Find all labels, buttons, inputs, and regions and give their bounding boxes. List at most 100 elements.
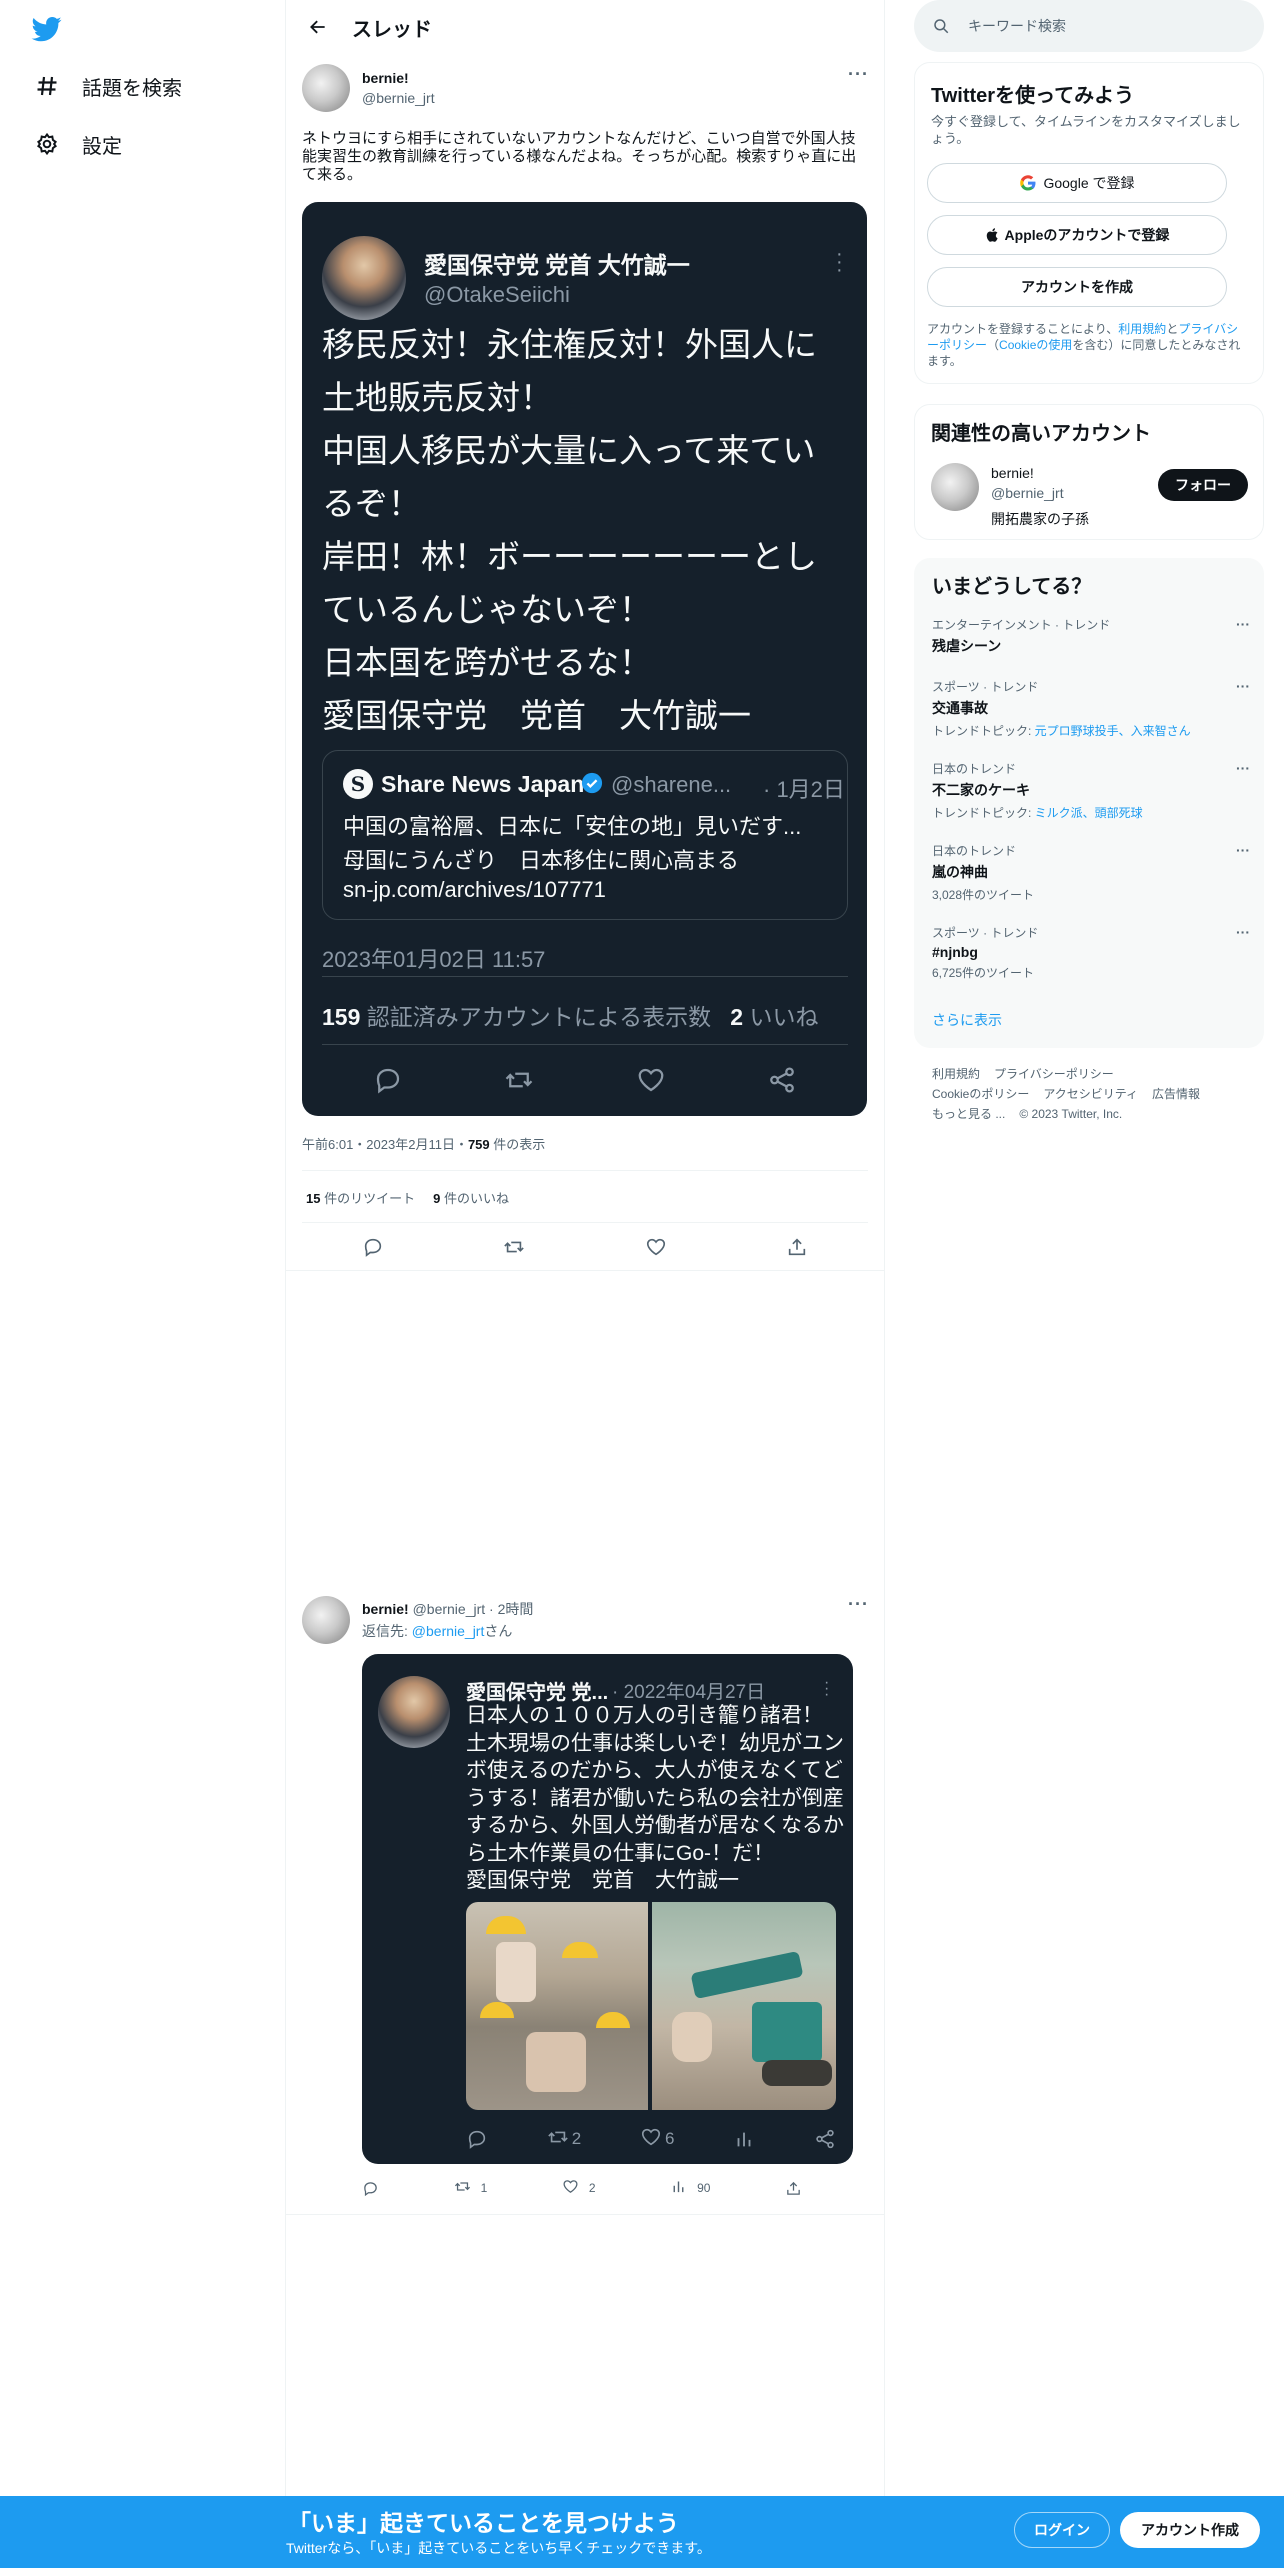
trend-topics-label: トレンドトピック: [932, 806, 1035, 820]
footer-more-link[interactable]: もっと見る ... [932, 1107, 1005, 1121]
trend-topic-links[interactable]: 元プロ野球投手、入来智さん [1035, 724, 1191, 738]
text-line: 移民反対！永住権反対！外国人に [322, 326, 817, 363]
legal-and: と [1166, 322, 1179, 336]
more-icon[interactable]: ··· [1236, 760, 1250, 776]
text-line: 土地販売反対！ [322, 379, 553, 416]
quote-author-handle[interactable]: @sharene... [611, 772, 731, 798]
verified-badge-icon [581, 772, 603, 794]
reply-more-icon[interactable]: ··· [848, 1594, 869, 1615]
login-button[interactable]: ログイン [1014, 2512, 1110, 2548]
retweet-label[interactable]: 件のリツイート [320, 1191, 415, 1206]
trend-topics-label: トレンドトピック: [932, 724, 1035, 738]
embedded-timestamp[interactable]: 2023年01月02日 11:57 [322, 942, 545, 974]
trend-item[interactable]: スポーツ · トレンド 交通事故 トレンドトピック: 元プロ野球投手、入来智さん… [932, 678, 1250, 739]
embedded-more-icon[interactable]: · · · [824, 1675, 829, 1703]
reply-icon[interactable] [466, 2128, 488, 2150]
footer-link[interactable]: 利用規約 [932, 1067, 980, 1081]
embedded-more-icon[interactable]: · · · [836, 244, 843, 280]
more-icon[interactable]: ··· [1236, 842, 1250, 858]
embedded-author-handle[interactable]: @OtakeSeiichi [424, 282, 570, 308]
embedded-author-name[interactable]: 愛国保守党 党首 大竹誠一 [424, 246, 690, 280]
avatar[interactable] [302, 64, 350, 112]
views-button[interactable]: 90 [670, 2178, 710, 2198]
trend-category: スポーツ · トレンド [932, 926, 1039, 940]
footer-link[interactable]: Cookieのポリシー [932, 1087, 1029, 1101]
related-accounts-panel: 関連性の高いアカウント bernie! @bernie_jrt 開拓農家の子孫 … [914, 404, 1264, 540]
google-signup-button[interactable]: Google で登録 [927, 163, 1227, 203]
embedded-tweet-card-2[interactable]: 愛国保守党 党... · 2022年04月27日 · · · 日本人の１００万人の引… [362, 1654, 853, 2164]
reply-to-handle[interactable]: @bernie_jrt [412, 1623, 485, 1639]
share-icon[interactable] [785, 2180, 802, 2197]
like-button[interactable]: 6 [640, 2126, 674, 2153]
more-icon[interactable]: ··· [1236, 678, 1250, 694]
tweet-photo[interactable] [466, 1902, 648, 2110]
signup-button[interactable]: アカウント作成 [1120, 2512, 1260, 2548]
retweet-icon[interactable] [503, 1232, 525, 1262]
like-button[interactable]: 2 [562, 2178, 596, 2198]
retweet-count[interactable]: 15 [306, 1191, 320, 1206]
embedded-author-name[interactable]: 愛国保守党 党... [466, 1676, 608, 1705]
tweet-photo[interactable] [652, 1902, 836, 2110]
show-more-link[interactable]: さらに表示 [932, 1010, 1002, 1030]
share-icon[interactable] [814, 2128, 836, 2150]
footer-link[interactable]: プライバシーポリシー [994, 1067, 1114, 1081]
trend-item[interactable]: 日本のトレンド 不二家のケーキ トレンドトピック: ミルク派、頭部死球 ··· [932, 760, 1250, 821]
like-label[interactable]: 件のいいね [440, 1191, 509, 1206]
share-icon[interactable] [786, 1232, 808, 1262]
author-handle[interactable]: @bernie_jrt [362, 90, 435, 106]
reply-avatar[interactable] [302, 1596, 350, 1644]
create-account-button[interactable]: アカウントを作成 [927, 267, 1227, 307]
analytics-icon[interactable] [733, 2128, 755, 2150]
apple-signup-button[interactable]: Appleのアカウントで登録 [927, 215, 1227, 255]
more-icon[interactable]: ··· [1236, 616, 1250, 632]
embedded-tweet-card[interactable]: 愛国保守党 党首 大竹誠一 @OtakeSeiichi · · · 移民反対！永住権… [302, 202, 867, 1116]
reply-icon[interactable] [362, 1232, 384, 1262]
reply-author-name[interactable]: bernie! [362, 1601, 409, 1617]
cookie-link[interactable]: Cookieの使用 [999, 338, 1072, 352]
trend-item[interactable]: スポーツ · トレンド #njnbg 6,725件のツイート ··· [932, 924, 1250, 981]
more-icon[interactable]: ··· [1236, 924, 1250, 940]
terms-link[interactable]: 利用規約 [1118, 322, 1166, 336]
like-icon [640, 2126, 662, 2153]
reply-meta[interactable]: @bernie_jrt · 2時間 [413, 1601, 534, 1617]
related-handle[interactable]: @bernie_jrt [991, 485, 1064, 501]
trend-item[interactable]: エンターテインメント · トレンド 残虐シーン ··· [932, 616, 1250, 656]
trends-panel: いまどうしてる？ エンターテインメント · トレンド 残虐シーン ··· スポー… [914, 558, 1264, 1048]
like-icon [562, 2178, 579, 2198]
nav-settings[interactable]: 設定 [34, 124, 122, 164]
signup-title: Twitterを使ってみよう [931, 85, 1135, 107]
like-icon[interactable] [645, 1232, 667, 1262]
google-signup-label: Google で登録 [1043, 175, 1135, 191]
twitter-logo-icon[interactable] [30, 14, 64, 44]
reply-icon[interactable] [373, 1060, 403, 1100]
reply-header: bernie! @bernie_jrt · 2時間 [362, 1599, 533, 1619]
search-box[interactable]: キーワード検索 [914, 0, 1264, 52]
quote-link[interactable]: sn-jp.com/archives/107771 [343, 877, 606, 903]
trend-item[interactable]: 日本のトレンド 嵐の神曲 3,028件のツイート ··· [932, 842, 1250, 903]
embedded-avatar[interactable] [378, 1676, 450, 1748]
like-icon[interactable] [636, 1060, 666, 1100]
embedded-avatar[interactable] [322, 236, 406, 320]
nav-explore[interactable]: 話題を検索 [34, 66, 182, 106]
analytics-icon [670, 2178, 687, 2198]
retweet-button[interactable]: 1 [454, 2178, 487, 2198]
reply-icon[interactable] [362, 2180, 379, 2197]
embedded-likes-count: 2 [730, 1004, 744, 1030]
search-input[interactable]: キーワード検索 [968, 16, 1066, 36]
related-avatar[interactable] [931, 463, 979, 511]
more-icon[interactable]: ··· [848, 64, 869, 85]
author-name[interactable]: bernie! [362, 70, 409, 86]
related-name[interactable]: bernie! [991, 465, 1034, 481]
share-icon[interactable] [767, 1060, 797, 1100]
retweet-icon[interactable] [504, 1060, 534, 1100]
quote-author-name[interactable]: Share News Japan [381, 771, 584, 798]
retweet-button[interactable]: 2 [547, 2126, 581, 2153]
follow-button[interactable]: フォロー [1158, 469, 1248, 501]
quoted-tweet[interactable]: S Share News Japan @sharene... · 1月2日 中国… [322, 750, 848, 920]
back-arrow-icon[interactable] [298, 7, 338, 47]
bottom-bar-subtitle: Twitterなら、「いま」起きていることをいち早くチェックできます。 [286, 2540, 711, 2556]
footer-link[interactable]: 広告情報 [1152, 1087, 1200, 1101]
trend-topic-links[interactable]: ミルク派、頭部死球 [1035, 806, 1143, 820]
tweet-time[interactable]: 午前6:01・2023年2月11日・ [302, 1137, 468, 1152]
footer-link[interactable]: アクセシビリティ [1043, 1087, 1138, 1101]
